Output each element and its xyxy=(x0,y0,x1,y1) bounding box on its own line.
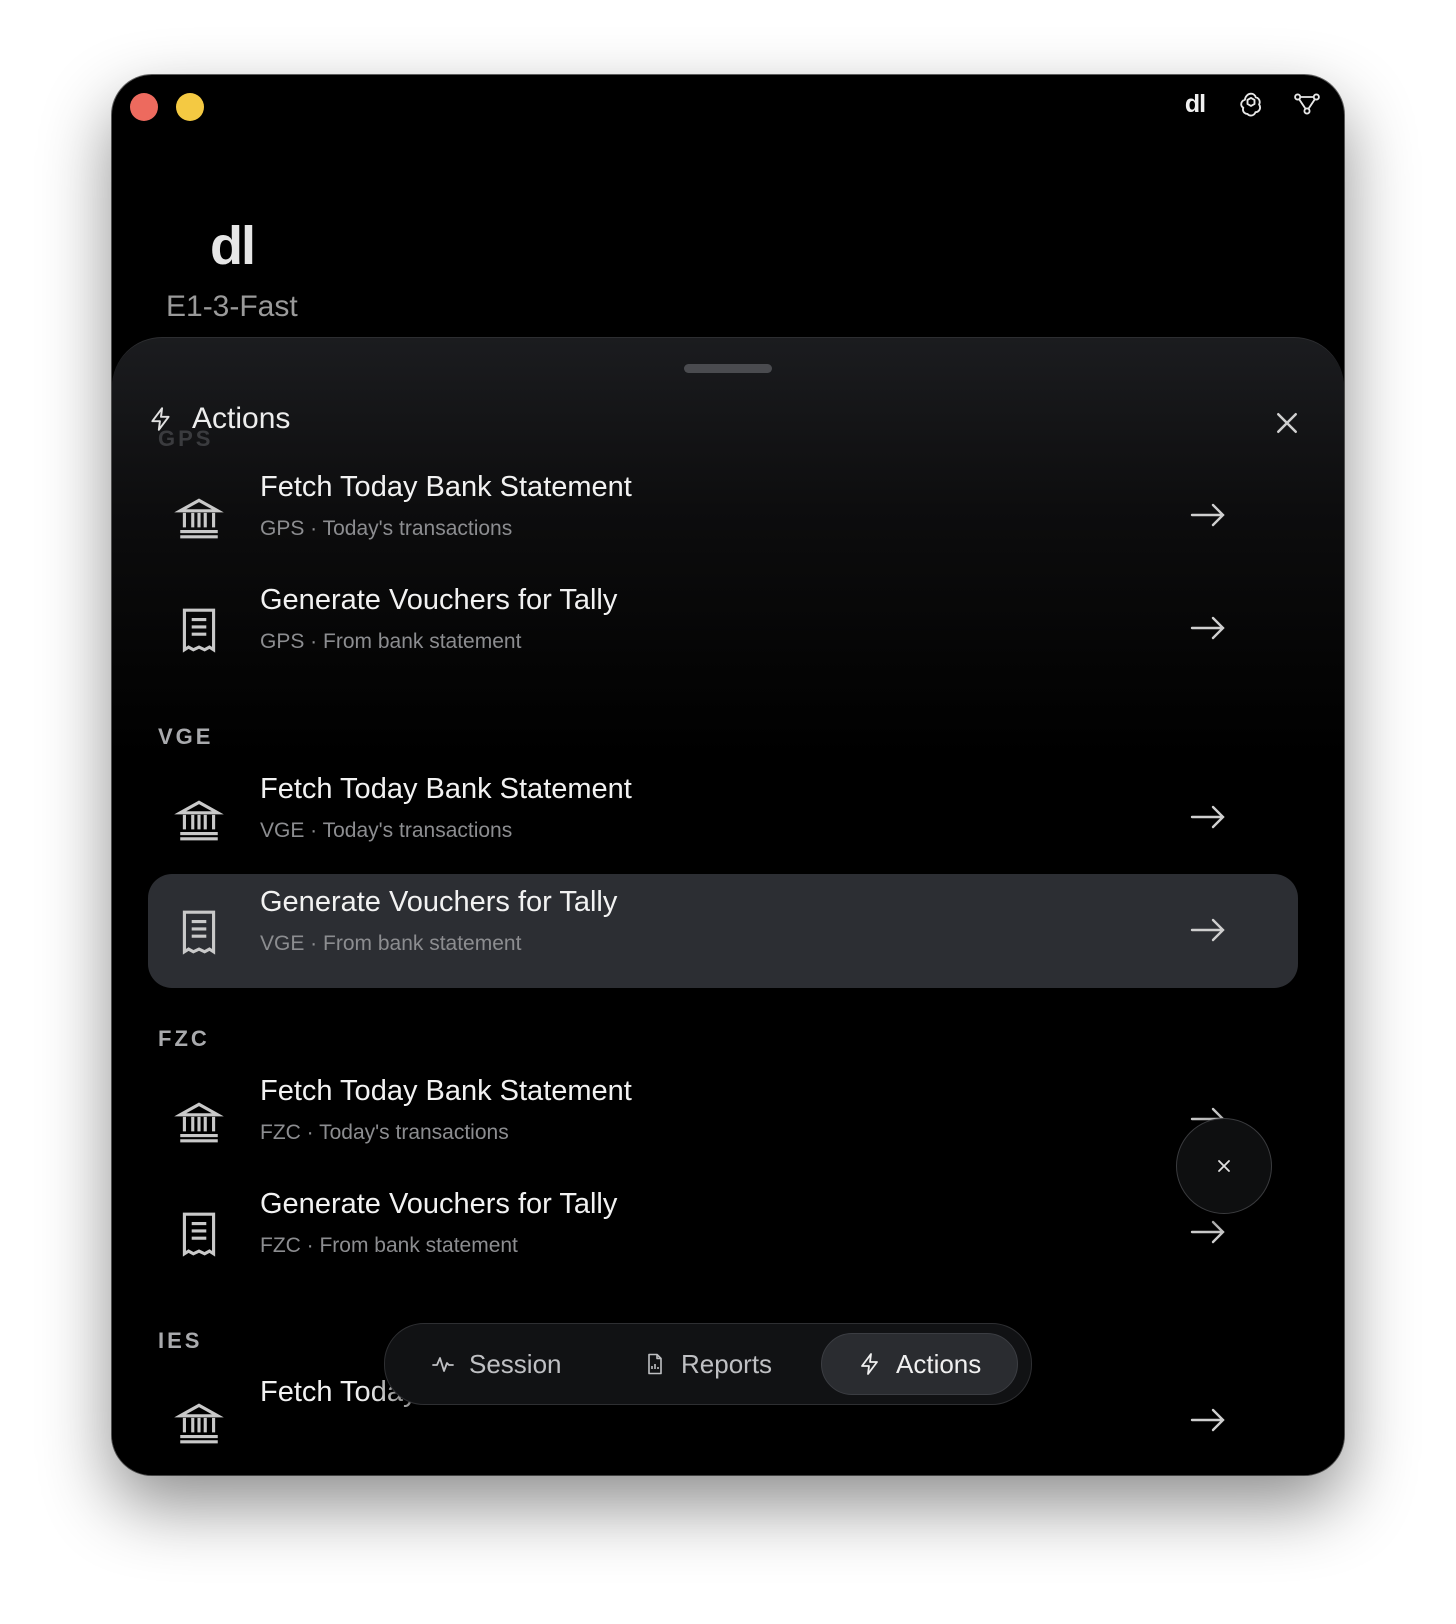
action-subtitle: FZC · From bank statement xyxy=(260,1234,518,1257)
arrow-right-icon xyxy=(1190,1408,1225,1432)
action-title: Fetch Today Bank Statement xyxy=(260,471,632,503)
receipt-icon xyxy=(182,608,216,653)
top-toolbar: dl xyxy=(1180,89,1322,119)
arrow-right-icon xyxy=(1190,918,1225,942)
action-row-selected[interactable]: Generate Vouchers for Tally VGE · From b… xyxy=(148,874,1298,988)
app-window: dl dl E1-3-Fast GPS Actions Fetch Today xyxy=(112,75,1344,1475)
network-icon[interactable] xyxy=(1292,89,1322,119)
action-subtitle: VGE · From bank statement xyxy=(260,932,522,955)
sheet-title: Actions xyxy=(192,402,291,435)
bank-icon xyxy=(174,1403,224,1444)
arrow-right-icon xyxy=(1190,805,1225,829)
section-label: IES xyxy=(158,1328,203,1353)
receipt-icon xyxy=(182,910,216,955)
openai-icon[interactable] xyxy=(1236,89,1266,119)
lightning-icon xyxy=(861,1353,878,1375)
bank-icon xyxy=(174,800,224,841)
tab-label: Reports xyxy=(681,1348,773,1379)
floating-close-button[interactable] xyxy=(1176,1118,1272,1214)
minimize-window-button[interactable] xyxy=(176,93,204,121)
action-subtitle: FZC · Today's transactions xyxy=(260,1121,509,1144)
action-title: Fetch Today Bank Statement xyxy=(260,1075,632,1107)
action-title: Generate Vouchers for Tally xyxy=(260,886,618,918)
window-controls xyxy=(130,93,204,121)
header-logo: dl xyxy=(210,216,256,276)
receipt-icon xyxy=(182,1212,216,1257)
lightning-icon xyxy=(151,407,170,431)
model-name: E1-3-Fast xyxy=(166,290,298,323)
action-row[interactable]: Fetch Today Bank Statement GPS · Today's… xyxy=(148,459,1298,573)
bank-icon xyxy=(174,498,224,539)
tab-session[interactable]: Session xyxy=(395,1333,598,1395)
document-icon xyxy=(648,1353,662,1375)
close-icon[interactable] xyxy=(1272,408,1302,438)
section-label: VGE xyxy=(158,724,214,749)
action-subtitle: VGE · Today's transactions xyxy=(260,819,513,842)
action-subtitle: GPS · From bank statement xyxy=(260,630,522,653)
pulse-icon xyxy=(432,1357,454,1372)
sheet-drag-handle[interactable] xyxy=(684,364,772,373)
arrow-right-icon xyxy=(1190,616,1225,640)
action-row[interactable]: Fetch Today Bank Statement VGE · Today's… xyxy=(148,761,1298,875)
tab-label: Actions xyxy=(896,1348,982,1379)
arrow-right-icon xyxy=(1190,503,1225,527)
tab-actions[interactable]: Actions xyxy=(821,1333,1019,1395)
section-label: FZC xyxy=(158,1026,210,1051)
actions-sheet: GPS Actions Fetch Today Bank Statement G… xyxy=(112,337,1344,1475)
tab-label: Session xyxy=(469,1348,562,1379)
close-icon xyxy=(1218,1160,1230,1172)
action-row[interactable]: Fetch Today Bank Statement FZC · Today's… xyxy=(148,1063,1298,1177)
dl-logo-icon[interactable]: dl xyxy=(1180,89,1210,119)
arrow-right-icon xyxy=(1190,1220,1225,1244)
sheet-header: Actions xyxy=(148,402,290,436)
close-window-button[interactable] xyxy=(130,93,158,121)
action-title: Generate Vouchers for Tally xyxy=(260,1188,618,1220)
bank-icon xyxy=(174,1102,224,1143)
action-subtitle: GPS · Today's transactions xyxy=(260,517,513,540)
bottom-tab-bar: Session Reports Actions xyxy=(384,1323,1032,1405)
tab-reports[interactable]: Reports xyxy=(607,1333,808,1395)
action-row[interactable]: Generate Vouchers for Tally FZC · From b… xyxy=(148,1176,1298,1290)
action-title: Fetch Today Bank Statement xyxy=(260,773,632,805)
action-row[interactable]: Generate Vouchers for Tally GPS · From b… xyxy=(148,572,1298,686)
action-title: Generate Vouchers for Tally xyxy=(260,584,618,616)
